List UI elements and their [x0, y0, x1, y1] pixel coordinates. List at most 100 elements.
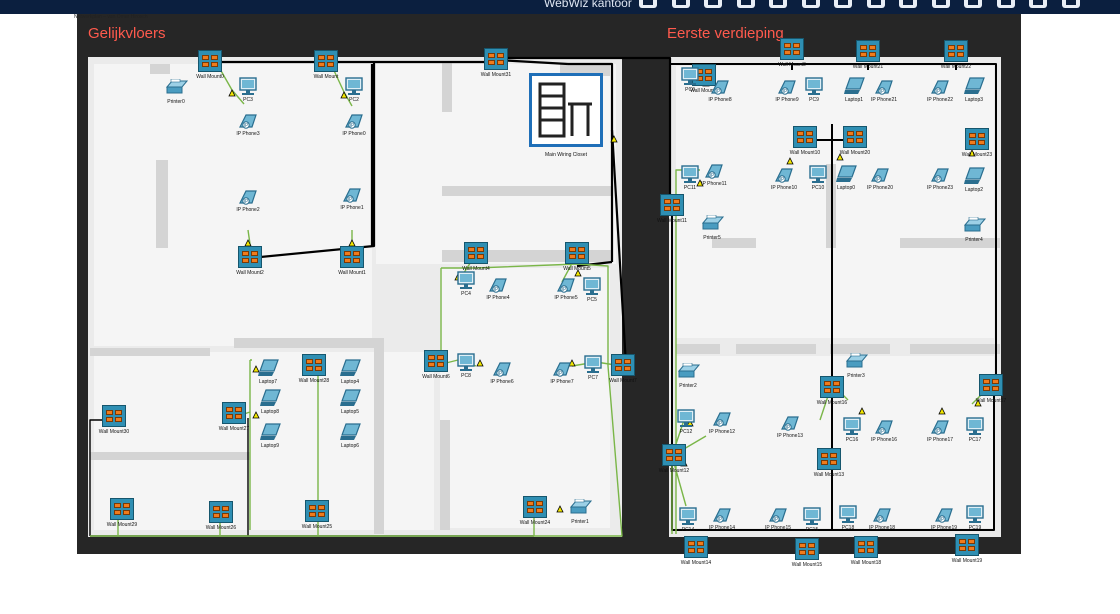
device-label: Wall Mount13	[813, 472, 845, 478]
wall-mount-icon	[314, 50, 338, 72]
wall-mount-icon	[965, 128, 989, 150]
device-label: Wall Mount26	[205, 525, 237, 531]
wall-mount-icon	[110, 498, 134, 520]
wall-mount-icon	[302, 354, 326, 376]
device-label: IP Phone17	[926, 437, 954, 443]
device-label: Wall Mount21	[852, 64, 884, 70]
device-label: Laptop2	[964, 187, 984, 193]
wall-mount-icon	[238, 246, 262, 268]
wall-mount-icon	[856, 40, 880, 62]
svg-text:IP: IP	[348, 197, 353, 203]
wall-mount-icon	[684, 536, 708, 558]
svg-text:IP: IP	[880, 89, 885, 95]
device-label: Wall Mount29	[106, 522, 138, 528]
device-label: Wall Mount5	[563, 266, 591, 272]
device-label: Wall Mount23	[961, 152, 993, 158]
svg-text:IP: IP	[498, 371, 503, 377]
device-label: Laptop8	[260, 409, 280, 415]
svg-text:IP: IP	[780, 177, 785, 183]
svg-text:IP: IP	[880, 429, 885, 435]
wall-mount-icon	[102, 405, 126, 427]
wall-mount-icon	[820, 376, 844, 398]
svg-text:IP: IP	[718, 517, 723, 523]
wall-mount-icon	[854, 536, 878, 558]
device-label: Printer3	[847, 373, 865, 379]
device-label: Wall Mount4	[462, 266, 490, 272]
device-label: Wall Mount30	[98, 429, 130, 435]
device-label: Laptop0	[836, 185, 856, 191]
wall-mount-icon	[979, 374, 1003, 396]
device-label: IP Phone2	[236, 207, 260, 213]
wall-mount-icon	[340, 246, 364, 268]
wall-mount-icon	[843, 126, 867, 148]
printer-icon	[165, 78, 189, 100]
device-label: Printer5	[703, 235, 721, 241]
wall-mount-icon	[795, 538, 819, 560]
device-label: Wall Mount18	[850, 560, 882, 566]
device-label: IP Phone1	[340, 205, 364, 211]
wall-mount-icon	[209, 501, 233, 523]
svg-text:IP: IP	[718, 421, 723, 427]
device-label: Wall Mount2	[236, 270, 264, 276]
device-label: Laptop5	[340, 409, 360, 415]
device-label: Wall Mount31	[480, 72, 512, 78]
svg-text:IP: IP	[936, 89, 941, 95]
wall-mount-icon	[424, 350, 448, 372]
device-label: Printer1	[571, 519, 589, 525]
wall-mount-icon	[955, 534, 979, 556]
svg-text:IP: IP	[936, 429, 941, 435]
rack-icon	[529, 73, 603, 147]
wall-mount-icon	[944, 40, 968, 62]
wall-mount-icon	[464, 242, 488, 264]
wall-mount-icon	[523, 496, 547, 518]
device-label: Printer4	[965, 237, 983, 243]
device-label: Wall Mount1	[338, 270, 366, 276]
device-label: PC2	[349, 97, 359, 103]
device-label: Main Wiring Closet	[545, 152, 587, 158]
wall-mount-icon	[611, 354, 635, 376]
device-label: IP Phone3	[236, 131, 260, 137]
svg-text:IP: IP	[878, 517, 883, 523]
svg-text:IP: IP	[494, 287, 499, 293]
svg-text:IP: IP	[716, 89, 721, 95]
device-label: IP Phone13	[776, 433, 804, 439]
device-label: IP Phone7	[550, 379, 574, 385]
device-label: Laptop6	[340, 443, 360, 449]
device-label: Wall Mount22	[940, 64, 972, 70]
device-label: Wall Mount17	[975, 398, 1007, 404]
svg-text:IP: IP	[558, 371, 563, 377]
svg-text:IP: IP	[876, 177, 881, 183]
svg-text:IP: IP	[350, 123, 355, 129]
device-label: Wall Mount19	[951, 558, 983, 564]
wall-mount-icon	[662, 444, 686, 466]
device-label: IP Phone5	[554, 295, 578, 301]
device-label: Wall Mount12	[658, 468, 690, 474]
wall-mount-icon	[484, 48, 508, 70]
device-label: IP Phone15	[764, 525, 792, 531]
device-label: Laptop1	[844, 97, 864, 103]
device-label: Laptop4	[340, 379, 360, 385]
device-label: Laptop7	[258, 379, 278, 385]
wall-mount-icon	[780, 38, 804, 60]
device-label: Printer2	[679, 383, 697, 389]
svg-text:IP: IP	[936, 177, 941, 183]
svg-text:IP: IP	[244, 123, 249, 129]
wall-mount-icon	[817, 448, 841, 470]
device-label: Wall Mount8	[778, 62, 806, 68]
device-label: Wall Mount14	[680, 560, 712, 566]
device-label: Wall Mount16	[816, 400, 848, 406]
device-label: Laptop9	[260, 443, 280, 449]
wall-mount-icon	[660, 194, 684, 216]
svg-text:IP: IP	[244, 199, 249, 205]
printer-icon	[845, 352, 869, 374]
svg-text:IP: IP	[774, 517, 779, 523]
wall-mount-icon	[305, 500, 329, 522]
device-label: Printer0	[167, 99, 185, 105]
device-label: PC3	[243, 97, 253, 103]
device-label: Wall Mount11	[656, 218, 687, 224]
svg-text:IP: IP	[710, 173, 715, 179]
svg-text:IP: IP	[783, 89, 788, 95]
wall-mount-icon	[198, 50, 222, 72]
printer-icon	[963, 216, 987, 238]
wall-mount-icon	[793, 126, 817, 148]
